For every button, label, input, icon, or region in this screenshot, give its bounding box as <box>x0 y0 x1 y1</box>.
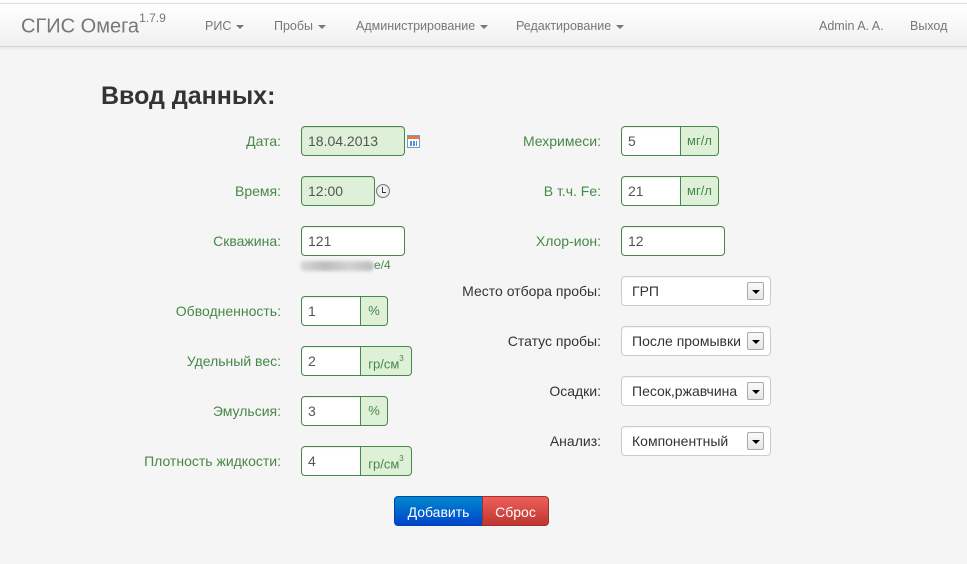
fe-unit: мг/л <box>681 176 719 206</box>
app-brand[interactable]: СГИС Омега1.7.9 <box>21 11 166 39</box>
chlor-field[interactable]: 12 <box>621 226 725 256</box>
navbar: СГИС Омега1.7.9 РИС Пробы Администрирова… <box>0 3 967 47</box>
dropdown-arrow-icon[interactable] <box>747 432 764 450</box>
spec-weight-unit-text: гр/см <box>368 356 400 372</box>
well-hint-suffix: е/4 <box>374 258 391 272</box>
mech-field[interactable]: 5 <box>621 126 681 156</box>
sediment-select-value: Песок,ржавчина <box>632 383 738 399</box>
emulsion-unit: % <box>361 396 388 426</box>
density-field[interactable]: 4 <box>301 446 361 476</box>
fe-field[interactable]: 21 <box>621 176 681 206</box>
emulsion-field[interactable]: 3 <box>301 396 361 426</box>
density-unit-sup: 3 <box>399 454 404 463</box>
menu-ris-label: РИС <box>205 19 232 33</box>
menu-edit[interactable]: Редактирование <box>516 19 625 33</box>
chevron-down-icon <box>616 24 625 29</box>
analysis-label: Анализ: <box>549 433 601 449</box>
menu-edit-label: Редактирование <box>516 19 612 33</box>
dropdown-arrow-icon[interactable] <box>747 332 764 350</box>
user-menu[interactable]: Admin A. A. <box>819 19 884 33</box>
watercut-field[interactable]: 1 <box>301 296 361 326</box>
well-hint: е/4 <box>300 258 391 272</box>
analysis-select-value: Компонентный <box>632 433 729 449</box>
density-unit: гр/см3 <box>361 446 412 476</box>
menu-samples[interactable]: Пробы <box>274 19 327 33</box>
status-select[interactable]: После промывки <box>621 326 771 356</box>
chevron-down-icon <box>236 24 245 29</box>
fe-label: В т.ч. Fe: <box>543 183 601 199</box>
app-version: 1.7.9 <box>139 11 166 25</box>
mech-label: Мехримеси: <box>522 133 601 149</box>
time-field[interactable]: 12:00 <box>301 176 375 206</box>
page-title: Ввод данных: <box>101 82 276 110</box>
clock-icon[interactable] <box>376 184 390 198</box>
menu-samples-label: Пробы <box>274 19 314 33</box>
calendar-icon[interactable] <box>407 135 420 148</box>
emulsion-label: Эмульсия: <box>212 403 281 419</box>
density-unit-text: гр/см <box>368 456 400 472</box>
mech-unit: мг/л <box>681 126 719 156</box>
sediment-select[interactable]: Песок,ржавчина <box>621 376 771 406</box>
time-label: Время: <box>234 183 281 199</box>
chevron-down-icon <box>480 24 489 29</box>
reset-button[interactable]: Сброс <box>482 496 549 526</box>
status-label: Статус пробы: <box>507 333 601 349</box>
dropdown-arrow-icon[interactable] <box>747 382 764 400</box>
menu-ris[interactable]: РИС <box>205 19 245 33</box>
dropdown-arrow-icon[interactable] <box>747 282 764 300</box>
density-label: Плотность жидкости: <box>144 453 281 469</box>
well-label: Скважина: <box>213 233 281 249</box>
spec-weight-unit-sup: 3 <box>399 354 404 363</box>
redacted-text <box>300 260 374 271</box>
chlor-label: Хлор-ион: <box>535 233 601 249</box>
menu-admin[interactable]: Администрирование <box>356 19 489 33</box>
logout-link[interactable]: Выход <box>910 19 947 33</box>
date-field[interactable]: 18.04.2013 <box>301 126 405 156</box>
watercut-unit: % <box>361 296 388 326</box>
date-label: Дата: <box>246 133 281 149</box>
sediment-label: Осадки: <box>549 383 601 399</box>
place-select[interactable]: ГРП <box>621 276 771 306</box>
add-button[interactable]: Добавить <box>394 496 483 526</box>
spec-weight-label: Удельный вес: <box>186 353 281 369</box>
well-field[interactable]: 121 <box>301 226 405 256</box>
menu-admin-label: Администрирование <box>356 19 476 33</box>
spec-weight-field[interactable]: 2 <box>301 346 361 376</box>
chevron-down-icon <box>318 24 327 29</box>
watercut-label: Обводненность: <box>175 303 281 319</box>
place-label: Место отбора пробы: <box>462 283 601 299</box>
analysis-select[interactable]: Компонентный <box>621 426 771 456</box>
spec-weight-unit: гр/см3 <box>361 346 412 376</box>
place-select-value: ГРП <box>632 283 659 299</box>
status-select-value: После промывки <box>632 333 741 349</box>
app-title: СГИС Омега <box>21 15 140 38</box>
